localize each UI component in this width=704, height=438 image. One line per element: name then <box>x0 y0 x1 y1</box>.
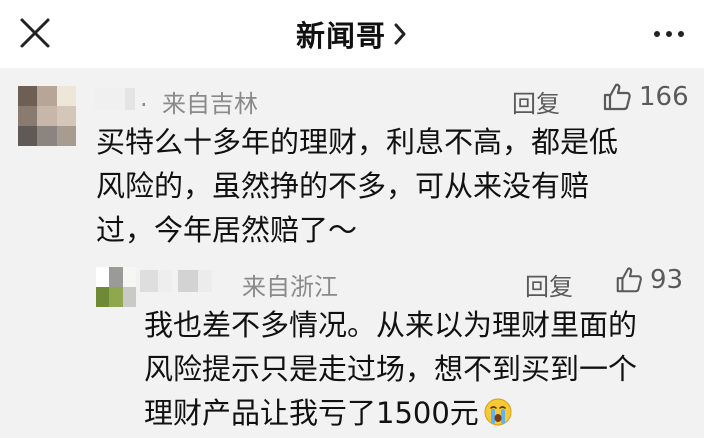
avatar-pixel <box>18 86 38 106</box>
comment-line: 理财产品让我亏了1500元 <box>144 391 637 435</box>
more-button[interactable] <box>648 16 690 52</box>
avatar[interactable] <box>96 267 136 307</box>
location-label: 来自浙江 <box>242 273 338 301</box>
crying-face-icon <box>484 398 512 426</box>
comment-line-text: 理财产品让我亏了1500元 <box>144 396 479 430</box>
like-count: 166 <box>639 82 689 112</box>
like-button[interactable]: 166 <box>601 81 689 113</box>
more-dot <box>678 31 684 37</box>
like-button[interactable]: 93 <box>614 265 683 295</box>
comment-line: 买特么十多年的理财，利息不高，都是低 <box>96 125 619 159</box>
location-label: 来自吉林 <box>162 90 258 118</box>
reply-button[interactable]: 回复 <box>525 267 573 302</box>
comment-area: . 来自吉林 回复 166 买特么十多年的理财，利息不高，都是低 风险的，虽然挣… <box>0 68 704 438</box>
comment-line: 风险提示只是走过场，想不到买到一个 <box>144 352 638 386</box>
avatar-pixel <box>56 86 76 106</box>
username[interactable] <box>95 88 135 112</box>
avatar-pixel <box>56 106 76 126</box>
top-bar: 新闻哥 <box>0 0 704 68</box>
reply-text: 我也差不多情况。从来以为理财里面的 风险提示只是走过场，想不到买到一个 理财产品… <box>144 303 637 435</box>
avatar-pixel <box>109 267 123 287</box>
comment-line: 风险的，虽然挣的不多，可从来没有赔 <box>96 169 590 203</box>
username[interactable] <box>140 270 212 294</box>
avatar-pixel <box>96 267 110 287</box>
page-title: 新闻哥 <box>295 19 386 53</box>
chevron-right-icon <box>394 23 406 45</box>
avatar-pixel <box>37 106 57 126</box>
reply-button[interactable]: 回复 <box>512 84 560 119</box>
avatar-pixel <box>37 86 57 106</box>
like-count: 93 <box>650 265 684 295</box>
avatar-pixel <box>122 287 136 307</box>
comment-text: 买特么十多年的理财，利息不高，都是低 风险的，虽然挣的不多，可从来没有赔 过，今… <box>96 120 618 252</box>
avatar-pixel <box>96 287 110 307</box>
thumbs-up-icon <box>616 267 642 293</box>
avatar-pixel <box>18 106 38 126</box>
title-link[interactable]: 新闻哥 <box>0 0 704 68</box>
more-dot <box>666 31 672 37</box>
avatar-pixel <box>37 126 57 146</box>
avatar[interactable] <box>18 86 76 146</box>
comment-line: 过，今年居然赔了～ <box>96 213 358 247</box>
username-tail: . <box>140 84 148 112</box>
avatar-pixel <box>56 126 76 146</box>
more-vertical-dots-icon <box>654 31 660 37</box>
thumbs-up-icon <box>603 83 631 111</box>
comment-line: 我也差不多情况。从来以为理财里面的 <box>144 308 638 342</box>
avatar-pixel <box>109 287 123 307</box>
avatar-pixel <box>122 267 136 287</box>
avatar-pixel <box>18 126 38 146</box>
